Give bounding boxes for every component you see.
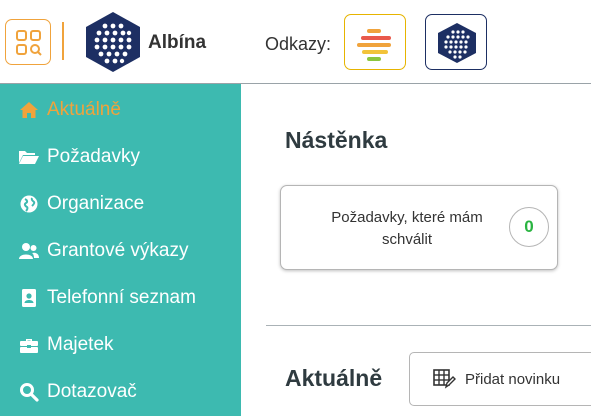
albina-hexagon-logo-icon — [86, 12, 140, 72]
albina-logo[interactable] — [83, 10, 143, 74]
news-section-title: Aktuálně — [285, 365, 383, 391]
sidebar-item-label: Aktuálně — [47, 99, 121, 120]
sidebar-item-label: Grantové výkazy — [47, 240, 189, 261]
sidebar-item-label: Požadavky — [47, 146, 140, 167]
apps-menu-button[interactable] — [5, 19, 51, 65]
external-link-albina[interactable] — [425, 14, 487, 70]
sidebar-item-organizace[interactable]: Organizace — [0, 184, 241, 224]
albina-hexagon-logo-icon — [438, 23, 476, 63]
edit-table-icon — [432, 367, 456, 391]
sidebar-item-pozadavky[interactable]: Požadavky — [0, 137, 241, 177]
sidebar-item-majetek[interactable]: Majetek — [0, 325, 241, 365]
card-label: Požadavky, které mám schválit — [331, 209, 483, 248]
globe-icon — [18, 193, 40, 215]
sidebar-item-label: Organizace — [47, 193, 145, 214]
sidebar-item-dotazovac[interactable]: Dotazovač — [0, 372, 241, 412]
links-label: Odkazy: — [265, 34, 332, 54]
stripes-logo-icon — [357, 29, 391, 61]
section-divider — [266, 325, 591, 326]
external-link-stripes[interactable] — [344, 14, 406, 70]
home-icon — [18, 99, 40, 121]
sidebar: Aktuálně Požadavky Organizace Grantové v… — [0, 84, 241, 416]
sidebar-item-label: Majetek — [47, 334, 114, 355]
sidebar-item-label: Telefonní seznam — [47, 287, 196, 308]
sidebar-item-grantove-vykazy[interactable]: Grantové výkazy — [0, 231, 241, 271]
users-icon — [18, 240, 40, 262]
top-header: Albína Odkazy: — [0, 0, 591, 84]
header-divider — [62, 22, 64, 60]
approval-requests-card[interactable]: Požadavky, které mám schválit 0 — [280, 185, 558, 270]
add-news-button[interactable]: Přidat novinku — [409, 352, 591, 406]
page-title: Nástěnka — [285, 127, 388, 153]
contact-card-icon — [18, 287, 40, 309]
search-icon — [18, 381, 40, 403]
folder-open-icon — [18, 146, 40, 168]
add-news-label: Přidat novinku — [465, 370, 561, 388]
count-badge: 0 — [509, 207, 549, 247]
app-name: Albína — [148, 32, 207, 53]
app-grid-search-icon — [16, 30, 42, 56]
sidebar-item-telefonni-seznam[interactable]: Telefonní seznam — [0, 278, 241, 318]
toolbox-icon — [18, 334, 40, 356]
sidebar-item-aktualne[interactable]: Aktuálně — [0, 90, 241, 130]
sidebar-item-label: Dotazovač — [47, 381, 137, 402]
